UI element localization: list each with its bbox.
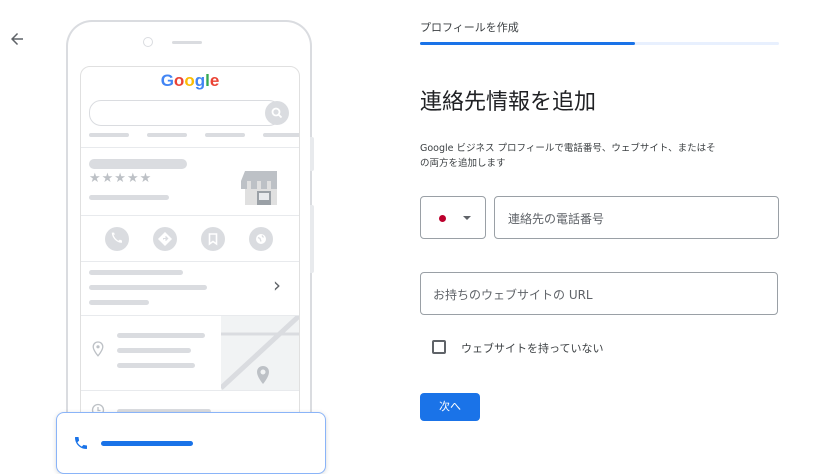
website-icon <box>249 227 273 251</box>
phone-illustration: Google ★★★★★ › <box>66 20 312 468</box>
directions-icon <box>153 227 177 251</box>
phone-callout-bar <box>101 441 193 446</box>
search-box <box>89 100 281 126</box>
japan-flag-icon <box>439 215 446 222</box>
storefront-icon <box>241 157 287 205</box>
chevron-right-icon: › <box>273 273 281 297</box>
google-logo-letter: o <box>173 71 185 90</box>
google-logo-letter: G <box>160 71 174 90</box>
search-icon <box>265 101 289 125</box>
google-logo: Google <box>81 71 299 91</box>
progress-track <box>420 42 779 45</box>
google-logo-letter: g <box>194 71 206 90</box>
description-line-2: の両方を追加します <box>420 158 506 169</box>
phone-side-button <box>310 137 314 171</box>
phone-screen: Google ★★★★★ › <box>80 66 300 468</box>
country-code-selector[interactable] <box>420 196 486 239</box>
phone-number-input[interactable]: 連絡先の電話番号 <box>494 196 779 239</box>
rating-stars: ★★★★★ <box>89 171 153 186</box>
phone-camera <box>143 37 153 47</box>
next-button-label: 次へ <box>439 400 461 413</box>
phone-icon <box>105 227 129 251</box>
website-url-input[interactable]: お持ちのウェブサイトの URL <box>420 272 778 315</box>
no-website-checkbox[interactable] <box>432 340 446 354</box>
phone-speaker <box>172 41 202 44</box>
phone-icon <box>75 437 87 449</box>
step-label: プロフィールを作成 <box>420 21 519 34</box>
bookmark-icon <box>201 227 225 251</box>
no-website-label[interactable]: ウェブサイトを持っていない <box>461 340 603 356</box>
arrow-left-icon[interactable] <box>8 30 26 48</box>
next-button[interactable]: 次へ <box>420 393 480 421</box>
progress-fill <box>420 42 636 45</box>
phone-number-placeholder: 連絡先の電話番号 <box>508 212 605 226</box>
website-url-placeholder: お持ちのウェブサイトの URL <box>433 288 593 302</box>
google-logo-letter: o <box>184 71 195 90</box>
page-title: 連絡先情報を追加 <box>420 90 597 115</box>
google-logo-letter: e <box>209 71 220 90</box>
phone-side-button <box>310 205 314 273</box>
location-pin-icon <box>92 341 104 357</box>
description-line-1: Google ビジネス プロフィールで電話番号、ウェブサイト、またはそ <box>420 143 716 154</box>
map-thumbnail <box>221 316 299 390</box>
phone-callout-card <box>56 412 326 474</box>
chevron-down-icon <box>463 216 471 220</box>
